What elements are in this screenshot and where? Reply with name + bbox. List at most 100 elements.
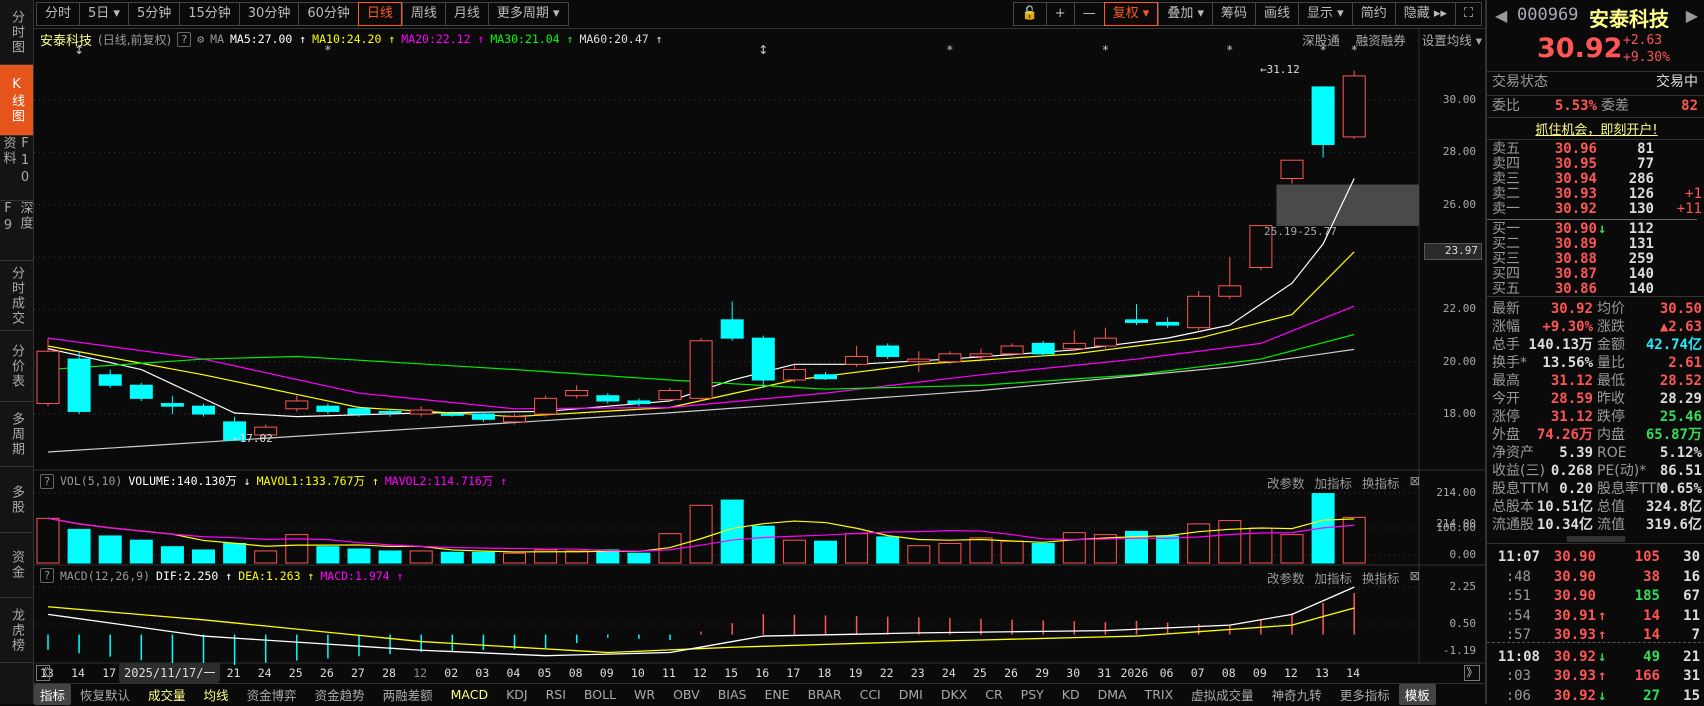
asks-row[interactable]: 卖三 30.94 286 bbox=[1487, 172, 1704, 187]
indicator-25[interactable]: 神奇九转 bbox=[1263, 685, 1331, 704]
bids-price: 30.89 bbox=[1554, 236, 1597, 252]
bids-row[interactable]: 买三 30.88 259 bbox=[1487, 252, 1704, 267]
indicator-15[interactable]: BRAR bbox=[799, 687, 851, 702]
vol-switch-indicator[interactable]: 换指标 bbox=[1362, 473, 1400, 492]
indicator-5[interactable]: 资金趋势 bbox=[306, 685, 374, 704]
nav-4[interactable]: 分时成交 bbox=[0, 261, 33, 331]
indicator-1[interactable]: 恢复默认 bbox=[71, 685, 139, 704]
macd-edit-params[interactable]: 改参数 bbox=[1267, 568, 1305, 587]
vol-actions: 改参数 加指标 换指标 ⊠ bbox=[1267, 473, 1420, 492]
tick-volume: 27 bbox=[1643, 687, 1660, 704]
indicator-23[interactable]: TRIX bbox=[1136, 687, 1183, 702]
nav-5[interactable]: 分价表 bbox=[0, 331, 33, 402]
indicator-17[interactable]: DMI bbox=[890, 687, 932, 702]
bids-price: 30.87 bbox=[1554, 266, 1597, 282]
asks-row[interactable]: 卖五 30.96 81 bbox=[1487, 142, 1704, 157]
indicator-14[interactable]: ENE bbox=[755, 687, 798, 702]
indicator-18[interactable]: DKX bbox=[932, 687, 976, 702]
nav-3[interactable]: 深度F9 bbox=[0, 201, 33, 261]
stat-value: 0.65% bbox=[1659, 481, 1702, 497]
indicator-0[interactable]: 指标 bbox=[34, 683, 72, 705]
indicator-6[interactable]: 两融差额 bbox=[374, 685, 442, 704]
stat-label: 总值 bbox=[1597, 499, 1625, 515]
indicator-8[interactable]: KDJ bbox=[497, 687, 537, 702]
nav-7[interactable]: 多股 bbox=[0, 467, 33, 533]
divider bbox=[1487, 219, 1697, 220]
tick-count: 21 bbox=[1683, 648, 1700, 665]
date-label: 2026 bbox=[1120, 666, 1149, 680]
indicator-21[interactable]: KD bbox=[1053, 687, 1089, 702]
volume-bar bbox=[129, 539, 153, 564]
prev-stock-button[interactable]: ◀ bbox=[1495, 6, 1507, 25]
macd-add-indicator[interactable]: 加指标 bbox=[1315, 568, 1353, 587]
macd-close-icon[interactable]: ⊠ bbox=[1410, 568, 1420, 587]
open-account-link[interactable]: 抓住机会，即刻开户! bbox=[1487, 119, 1704, 138]
indicator-2[interactable]: 成交量 bbox=[139, 685, 195, 704]
macd-switch-indicator[interactable]: 换指标 bbox=[1362, 568, 1400, 587]
indicator-20[interactable]: PSY bbox=[1012, 687, 1053, 702]
tick-volume: 166 bbox=[1634, 668, 1660, 684]
stat-value: ▲2.63 bbox=[1659, 319, 1702, 335]
vol-add-indicator[interactable]: 加指标 bbox=[1315, 473, 1353, 492]
volume-bar bbox=[440, 551, 464, 564]
down-arrow-icon: ↓ bbox=[1598, 221, 1607, 237]
indicator-10[interactable]: BOLL bbox=[575, 687, 625, 702]
indicator-24[interactable]: 虚拟成交量 bbox=[1182, 685, 1263, 704]
bids-row[interactable]: 买五 30.86 140 bbox=[1487, 282, 1704, 297]
indicator-22[interactable]: DMA bbox=[1089, 687, 1136, 702]
indicator-11[interactable]: WR bbox=[625, 687, 664, 702]
vol-close-icon[interactable]: ⊠ bbox=[1410, 473, 1420, 492]
indicator-3[interactable]: 均线 bbox=[195, 685, 238, 704]
stat-row: 收益(三) 0.268 PE(动)* 86.51 bbox=[1487, 462, 1704, 480]
tick-count: 31 bbox=[1683, 668, 1700, 684]
stat-value: 319.6亿 bbox=[1645, 517, 1702, 533]
stat-label: 涨停 bbox=[1492, 409, 1520, 425]
indicator-12[interactable]: OBV bbox=[664, 687, 709, 702]
vol-help-button[interactable]: ? bbox=[40, 473, 54, 489]
asks-volume: 77 bbox=[1637, 156, 1654, 172]
candle-body bbox=[1156, 321, 1180, 326]
date-label: 10 bbox=[630, 666, 645, 680]
stat-row: 总股本 10.51亿 总值 324.8亿 bbox=[1487, 498, 1704, 516]
asks-row[interactable]: 卖二 30.93 126 +1 bbox=[1487, 187, 1704, 202]
macd-help-button[interactable]: ? bbox=[40, 568, 54, 583]
nav-9[interactable]: 龙虎榜 bbox=[0, 598, 33, 663]
asks-change: +1 bbox=[1685, 186, 1702, 202]
scroll-right-button[interactable]: 》 bbox=[1464, 665, 1480, 681]
indicator-19[interactable]: CR bbox=[976, 687, 1011, 702]
next-stock-button[interactable]: ▶ bbox=[1686, 6, 1698, 25]
indicator-26[interactable]: 更多指标 bbox=[1331, 685, 1399, 704]
nav-0[interactable]: 分时图 bbox=[0, 0, 33, 65]
tick-row: 11:07 30.90 105 30 bbox=[1487, 548, 1704, 567]
indicator-4[interactable]: 资金博弈 bbox=[238, 685, 306, 704]
nav-6[interactable]: 多周期 bbox=[0, 402, 33, 467]
stat-value: 140.13万 bbox=[1528, 337, 1593, 353]
indicator-27[interactable]: 模板 bbox=[1398, 683, 1436, 705]
bids-row[interactable]: 买一 30.90 112 ↓ bbox=[1487, 222, 1704, 237]
vol-edit-params[interactable]: 改参数 bbox=[1267, 473, 1305, 492]
candle-body bbox=[1218, 285, 1242, 297]
scroll-left-button[interactable]: 《 bbox=[36, 665, 50, 681]
asks-row[interactable]: 卖四 30.95 77 bbox=[1487, 157, 1704, 172]
indicator-13[interactable]: BIAS bbox=[709, 687, 756, 702]
stat-row: 涨幅 +9.30% 涨跌 ▲2.63 bbox=[1487, 318, 1704, 336]
candle-body bbox=[938, 353, 962, 363]
candle-body bbox=[1125, 319, 1148, 323]
date-label: 30 bbox=[1066, 666, 1081, 680]
event-marker-icon: * bbox=[325, 43, 331, 57]
date-label: 23 bbox=[910, 666, 925, 680]
nav-2[interactable]: F10资料 bbox=[0, 136, 33, 201]
bids-row[interactable]: 买二 30.89 131 bbox=[1487, 237, 1704, 252]
indicator-9[interactable]: RSI bbox=[537, 687, 575, 702]
macd-legend: ? MACD(12,26,9) DIF:2.250 ↑ DEA:1.263 ↑ … bbox=[40, 568, 403, 583]
collapse-handle[interactable] bbox=[1567, 536, 1625, 542]
asks-row[interactable]: 卖一 30.92 130 +11 bbox=[1487, 202, 1704, 217]
bids-row[interactable]: 买四 30.87 140 bbox=[1487, 267, 1704, 282]
nav-1[interactable]: K线图 bbox=[0, 65, 33, 136]
nav-8[interactable]: 资金 bbox=[0, 533, 33, 598]
event-marker-icon: * bbox=[1320, 43, 1326, 57]
date-label: 13 bbox=[1315, 666, 1329, 680]
indicator-16[interactable]: CCI bbox=[851, 687, 890, 702]
indicator-7[interactable]: MACD bbox=[442, 687, 497, 702]
candle-body bbox=[378, 410, 402, 414]
